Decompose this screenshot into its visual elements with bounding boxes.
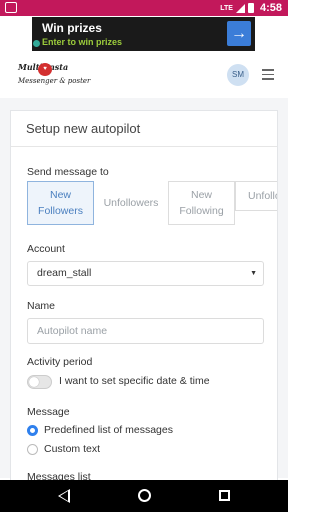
app-header: Multi Insta ♥ Messenger & poster SM bbox=[0, 52, 288, 98]
account-value: dream_stall bbox=[37, 267, 92, 279]
activity-toggle-text: I want to set specific date & time bbox=[59, 375, 210, 387]
card-divider bbox=[11, 146, 277, 147]
back-icon[interactable] bbox=[58, 489, 70, 503]
clock: 4:58 bbox=[259, 2, 282, 14]
autopilot-name-input[interactable]: Autopilot name bbox=[27, 318, 264, 344]
radio-predefined-messages[interactable] bbox=[27, 425, 38, 436]
recent-apps-icon[interactable] bbox=[219, 490, 230, 501]
activity-period-label: Activity period bbox=[27, 356, 93, 368]
app-logo[interactable]: Multi Insta ♥ Messenger & poster bbox=[18, 60, 90, 90]
name-label: Name bbox=[27, 300, 56, 312]
target-tabs: New Followers Unfollowers New Following … bbox=[27, 181, 277, 225]
signal-icon bbox=[235, 3, 245, 13]
ad-subtitle: Enter to win prizes bbox=[42, 37, 123, 47]
avatar[interactable]: SM bbox=[227, 64, 249, 86]
radio-custom-label: Custom text bbox=[44, 443, 101, 455]
app-notification-icon bbox=[5, 2, 17, 13]
autopilot-form-card: Setup new autopilot Send message to New … bbox=[10, 110, 278, 480]
logo-heart-icon: ♥ bbox=[38, 63, 52, 76]
toggle-knob bbox=[29, 377, 39, 387]
ad-title: Win prizes bbox=[42, 21, 102, 35]
lte-indicator: LTE bbox=[220, 4, 233, 12]
tab-new-followers[interactable]: New Followers bbox=[27, 181, 94, 225]
account-label: Account bbox=[27, 243, 65, 255]
account-select[interactable]: dream_stall ▼ bbox=[27, 261, 264, 286]
ad-info-icon[interactable] bbox=[33, 40, 40, 47]
ad-container: Win prizes Enter to win prizes → bbox=[0, 16, 288, 52]
radio-custom-text[interactable] bbox=[27, 444, 38, 455]
system-nav-bar bbox=[0, 480, 288, 512]
status-indicators: LTE 4:58 bbox=[220, 1, 282, 15]
logo-line2: Messenger & poster bbox=[18, 77, 91, 85]
hamburger-icon[interactable] bbox=[262, 69, 274, 80]
radio-predefined-label: Predefined list of messages bbox=[44, 424, 173, 436]
tab-new-following[interactable]: New Following bbox=[168, 181, 235, 225]
ad-banner[interactable]: Win prizes Enter to win prizes → bbox=[32, 17, 255, 51]
status-bar: LTE 4:58 bbox=[0, 0, 288, 16]
send-message-label: Send message to bbox=[27, 166, 109, 178]
dropdown-caret-icon: ▼ bbox=[250, 270, 257, 277]
tab-unfollowing[interactable]: Unfollowi bbox=[235, 181, 277, 211]
page-title: Setup new autopilot bbox=[26, 121, 141, 136]
activity-toggle[interactable] bbox=[27, 375, 52, 389]
home-icon[interactable] bbox=[138, 489, 151, 502]
message-label: Message bbox=[27, 406, 70, 418]
ad-arrow-button[interactable]: → bbox=[227, 21, 251, 46]
tab-unfollowers[interactable]: Unfollowers bbox=[94, 181, 168, 225]
battery-icon bbox=[247, 3, 254, 13]
messages-list-label: Messages list bbox=[27, 471, 91, 480]
